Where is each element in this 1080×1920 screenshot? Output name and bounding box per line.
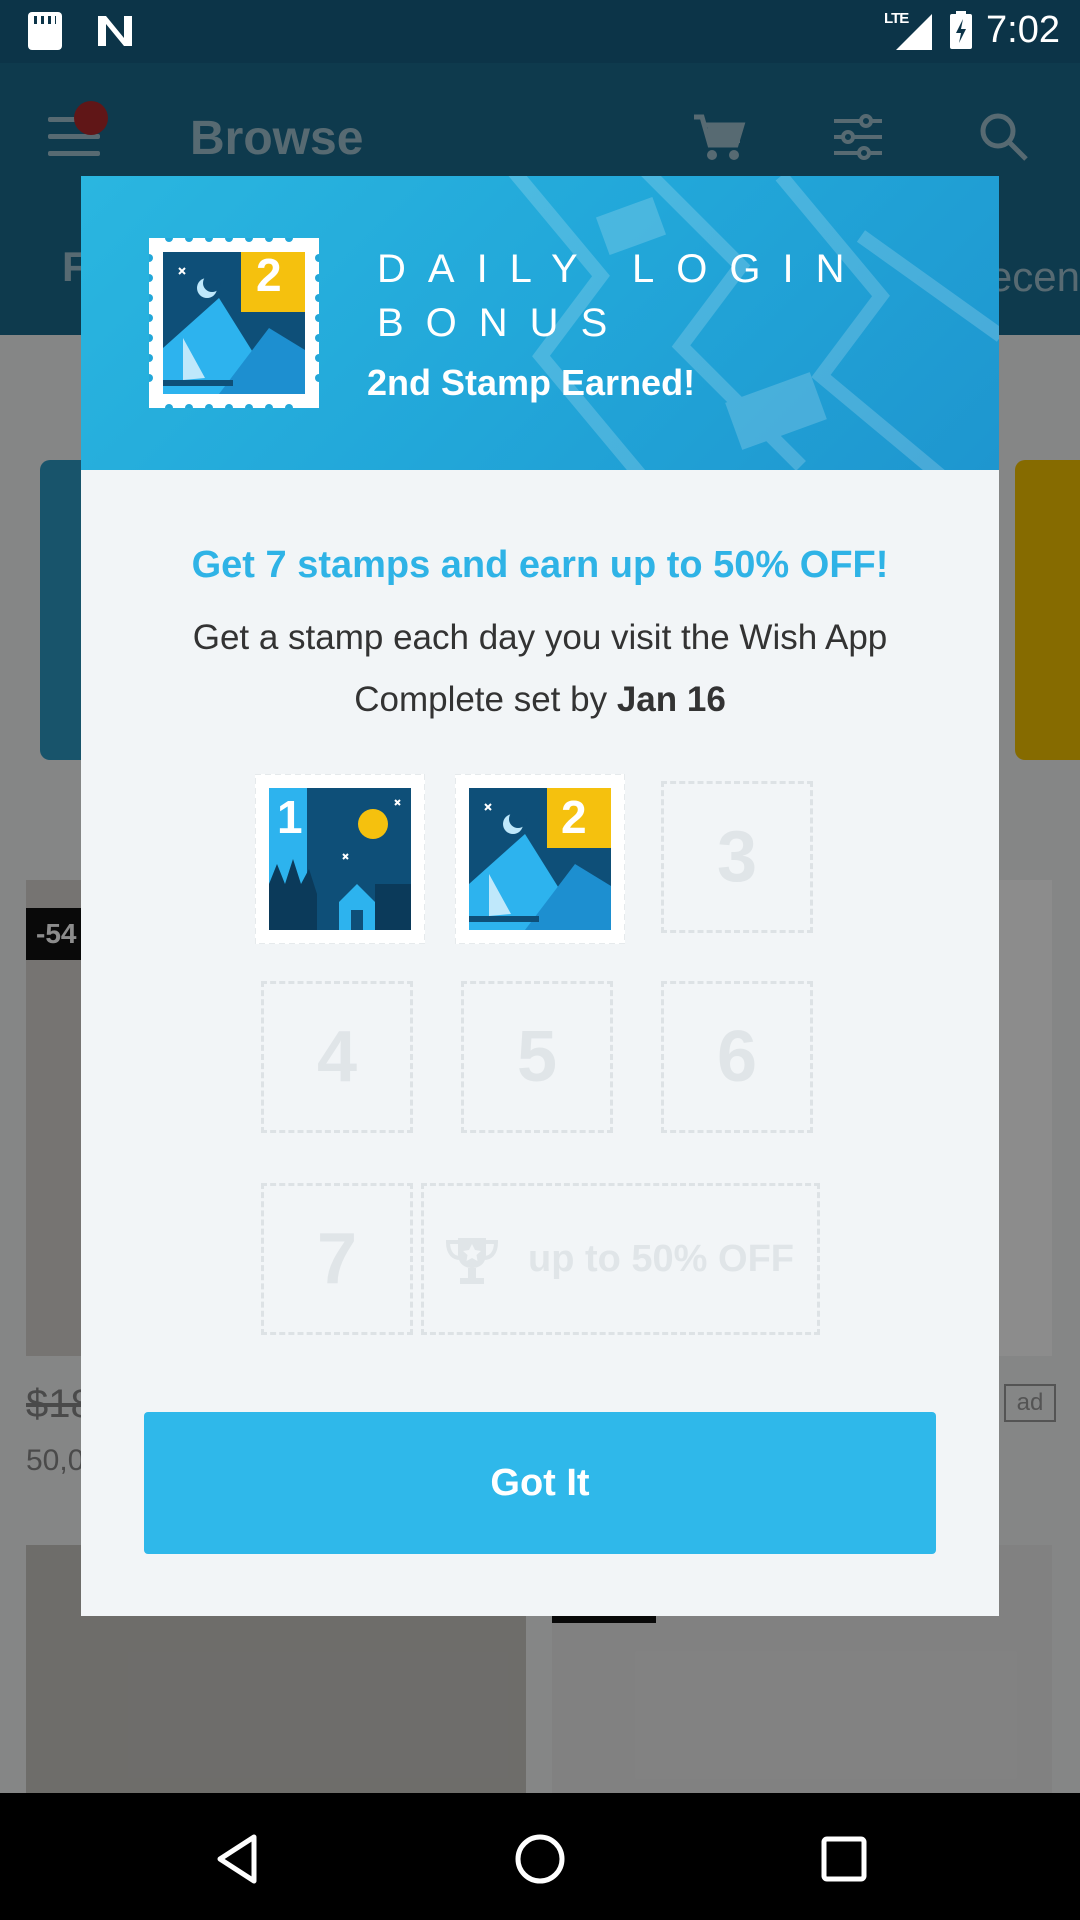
stamp-slot-4: 4: [261, 981, 413, 1133]
banner-title: DAILY LOGIN BONUS: [377, 242, 937, 350]
banner-title-line1: DAILY LOGIN: [377, 247, 867, 291]
navigation-bar: [0, 1793, 1080, 1920]
daily-login-dialog: 2 DAILY LOGIN BONUS 2nd Stamp Earned! Ge…: [81, 176, 999, 1616]
banner-subtitle: 2nd Stamp Earned!: [367, 362, 696, 403]
deadline-date: Jan 16: [616, 680, 726, 719]
stamp-number: 2: [256, 249, 282, 301]
stamp-1-number: 1: [277, 791, 303, 843]
n-icon: [94, 12, 136, 50]
got-it-button[interactable]: Got It: [144, 1412, 936, 1554]
stamp-2-icon: [455, 774, 625, 944]
clock: 7:02: [986, 8, 1060, 51]
stamp-slot-3: 3: [661, 781, 813, 933]
battery-icon: [950, 11, 973, 49]
recents-icon[interactable]: [814, 1829, 874, 1889]
offer-description: Get a stamp each day you visit the Wish …: [192, 618, 888, 657]
back-icon[interactable]: [208, 1829, 268, 1889]
deadline-prefix: Complete set by: [354, 680, 617, 719]
stamp-slot-5: 5: [461, 981, 613, 1133]
stamp-2-icon: [149, 238, 319, 408]
reward-label: up to 50% OFF: [528, 1238, 794, 1280]
lte-signal-icon: LTE: [884, 8, 936, 52]
stamp-slot-7: 7: [261, 1183, 413, 1335]
dialog-banner: 2 DAILY LOGIN BONUS 2nd Stamp Earned!: [81, 176, 999, 470]
reward-slot: up to 50% OFF: [421, 1183, 820, 1335]
offer-title: Get 7 stamps and earn up to 50% OFF!: [191, 544, 889, 586]
offer-deadline: Complete set by Jan 16: [81, 680, 999, 720]
trophy-icon: [445, 1238, 499, 1284]
banner-title-line2: BONUS: [377, 301, 630, 345]
stamp-2-number: 2: [561, 791, 587, 843]
status-bar: LTE 7:02: [0, 0, 1080, 63]
stamp-slot-6: 6: [661, 981, 813, 1133]
sd-card-icon: [28, 12, 62, 50]
home-icon[interactable]: [510, 1829, 570, 1889]
